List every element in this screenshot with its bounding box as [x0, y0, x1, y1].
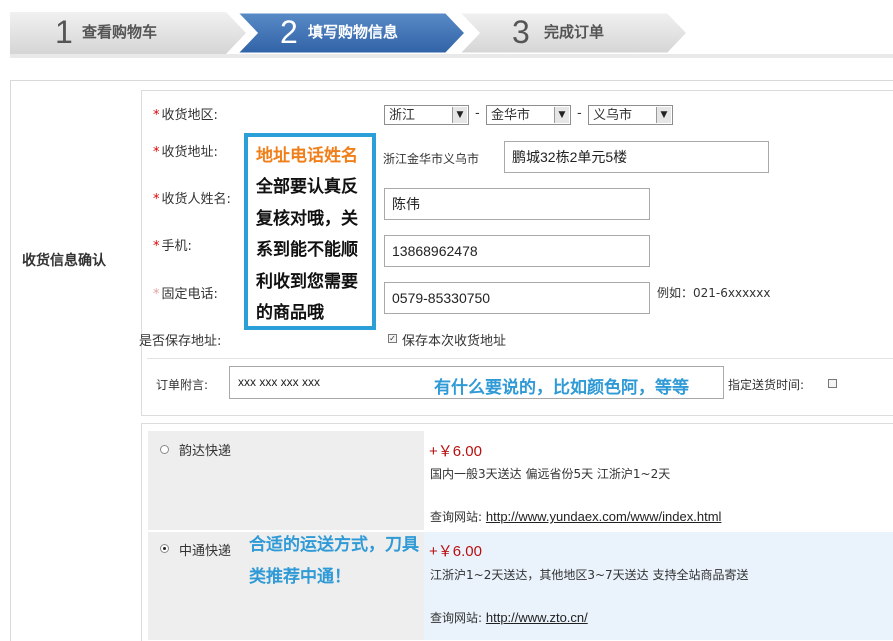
save-address-label: 是否保存地址: [139, 334, 222, 349]
city-value: 金华市 [491, 108, 531, 123]
phone-label: * 固定电话: [153, 287, 218, 302]
shipping-site-link[interactable]: http://www.zto.cn/ [486, 610, 588, 625]
steps-underline [10, 54, 893, 58]
name-input[interactable]: 陈伟 [384, 188, 650, 220]
shipping-hint-line-1: 合适的运送方式，刀具 [249, 535, 419, 555]
step-2-label: 填写购物信息 [308, 23, 399, 41]
city-select[interactable]: 金华市 ▼ [486, 105, 571, 125]
step-2-number: 2 [280, 14, 298, 50]
chevron-down-icon: ▼ [656, 107, 671, 123]
shipping-price: +￥6.00 [429, 443, 482, 460]
phone-input[interactable]: 0579-85330750 [384, 282, 650, 314]
shipping-radio-yunda[interactable] [160, 445, 169, 454]
step-1-number: 1 [55, 14, 73, 50]
district-select[interactable]: 义乌市 ▼ [588, 105, 673, 125]
address-tip-callout: 地址电话姓名 全部要认真反 复核对哦，关 系到能不能顺 利收到您需要 的商品哦 [244, 133, 376, 330]
district-value: 义乌市 [593, 108, 633, 123]
address-input[interactable]: 鹏城32栋2单元5楼 [504, 141, 769, 173]
name-label: * 收货人姓名: [153, 192, 231, 207]
address-prefix: 浙江金华市义乌市 [383, 152, 480, 166]
chevron-down-icon: ▼ [554, 107, 569, 123]
save-address-checkbox-label: 保存本次收货地址 [402, 334, 507, 349]
delivery-time-label: 指定送货时间: [728, 378, 805, 392]
step-3-number: 3 [512, 14, 530, 50]
region-label: * 收货地区: [153, 108, 218, 123]
address-label: * 收货地址: [153, 145, 218, 160]
shipping-radio-zto[interactable] [160, 544, 169, 553]
shipping-price: +￥6.00 [429, 543, 482, 560]
shipping-option-yunda[interactable]: 韵达快递 +￥6.00 国内一般3天送达 偏远省份5天 江浙沪1~2天 查询网站… [148, 431, 893, 530]
phone-example: 例如：021-6xxxxxx [657, 286, 771, 300]
region-dash: - [577, 106, 582, 121]
shipping-site: 查询网站: http://www.yundaex.com/www/index.h… [430, 509, 722, 524]
step-1-label: 查看购物车 [82, 23, 158, 41]
shipping-name: 韵达快递 [179, 444, 232, 459]
callout-highlight: 地址电话姓名 [256, 146, 358, 166]
shipping-name: 中通快递 [179, 544, 232, 559]
section-label: 收货信息确认 [22, 253, 106, 269]
mobile-input[interactable]: 13868962478 [384, 235, 650, 267]
delivery-time-checkbox[interactable] [828, 379, 837, 388]
shipping-desc: 江浙沪1~2天送达，其他地区3~7天送达 支持全站商品寄送 [430, 568, 749, 582]
chevron-down-icon: ▼ [452, 107, 467, 123]
note-divider [147, 358, 893, 359]
note-label: 订单附言: [156, 378, 209, 392]
checkout-steps: 1 查看购物车 2 填写购物信息 3 完成订单 [0, 0, 893, 62]
save-address-checkbox[interactable]: ✓ [388, 334, 397, 343]
shipping-site-link[interactable]: http://www.yundaex.com/www/index.html [486, 509, 722, 524]
mobile-label: * 手机: [153, 239, 192, 254]
shipping-site: 查询网站: http://www.zto.cn/ [430, 610, 588, 625]
shipping-desc: 国内一般3天送达 偏远省份5天 江浙沪1~2天 [430, 467, 671, 481]
note-hint: 有什么要说的，比如颜色阿，等等 [434, 378, 689, 398]
step-3-label: 完成订单 [544, 23, 605, 41]
callout-body: 全部要认真反 复核对哦，关 系到能不能顺 利收到您需要 的商品哦 [256, 177, 358, 323]
shipping-hint-line-2: 类推荐中通！ [249, 567, 351, 587]
province-select[interactable]: 浙江 ▼ [384, 105, 469, 125]
region-dash: - [475, 106, 480, 121]
province-value: 浙江 [389, 108, 416, 123]
